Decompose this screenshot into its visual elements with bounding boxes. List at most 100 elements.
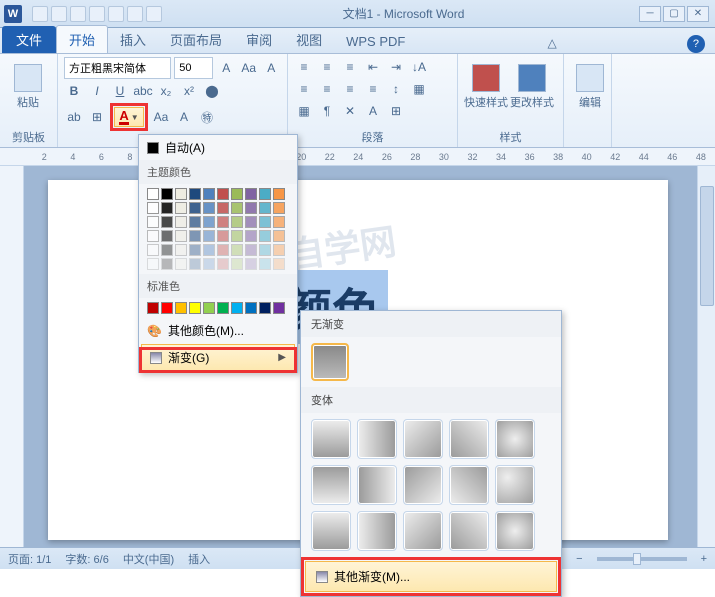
borders-icon[interactable]: ▦ bbox=[294, 101, 314, 121]
shading-icon[interactable]: ▦ bbox=[409, 79, 429, 99]
color-swatch[interactable] bbox=[203, 216, 215, 228]
phonetic-button[interactable]: ⊞ bbox=[87, 107, 107, 127]
subscript-button[interactable]: x₂ bbox=[156, 81, 176, 101]
color-swatch[interactable] bbox=[189, 302, 201, 314]
color-swatch[interactable] bbox=[203, 202, 215, 214]
color-swatch[interactable] bbox=[189, 216, 201, 228]
color-swatch[interactable] bbox=[273, 202, 285, 214]
color-swatch[interactable] bbox=[189, 258, 201, 270]
tab-view[interactable]: 视图 bbox=[284, 26, 334, 53]
align-center-icon[interactable]: ≡ bbox=[317, 79, 337, 99]
italic-button[interactable]: I bbox=[87, 81, 107, 101]
qat-button[interactable] bbox=[89, 6, 105, 22]
color-swatch[interactable] bbox=[175, 202, 187, 214]
color-swatch[interactable] bbox=[161, 188, 173, 200]
color-swatch[interactable] bbox=[217, 230, 229, 242]
gradient-swatch[interactable] bbox=[311, 419, 351, 459]
color-swatch[interactable] bbox=[147, 244, 159, 256]
color-swatch[interactable] bbox=[147, 230, 159, 242]
color-swatch[interactable] bbox=[245, 202, 257, 214]
gradient-swatch[interactable] bbox=[449, 419, 489, 459]
strike-button[interactable]: abc bbox=[133, 81, 153, 101]
word-count[interactable]: 字数: 6/6 bbox=[65, 551, 108, 567]
qat-redo-icon[interactable] bbox=[70, 6, 86, 22]
color-swatch[interactable] bbox=[217, 258, 229, 270]
superscript-button[interactable]: x² bbox=[179, 81, 199, 101]
color-swatch[interactable] bbox=[273, 216, 285, 228]
color-swatch[interactable] bbox=[161, 302, 173, 314]
tab-review[interactable]: 审阅 bbox=[234, 26, 284, 53]
vertical-ruler[interactable] bbox=[0, 166, 24, 549]
font-color-button[interactable]: A ▼ bbox=[114, 107, 144, 127]
align-left-icon[interactable]: ≡ bbox=[294, 79, 314, 99]
color-swatch[interactable] bbox=[147, 302, 159, 314]
font-size-combo[interactable]: 50 bbox=[174, 57, 213, 79]
grow-font-icon[interactable]: A bbox=[216, 58, 236, 78]
horizontal-ruler[interactable]: 2468101214161820222426283032343638404244… bbox=[0, 148, 715, 166]
tab-layout[interactable]: 页面布局 bbox=[158, 26, 234, 53]
color-swatch[interactable] bbox=[273, 302, 285, 314]
color-swatch[interactable] bbox=[161, 230, 173, 242]
color-swatch[interactable] bbox=[217, 302, 229, 314]
color-swatch[interactable] bbox=[231, 230, 243, 242]
zoom-out-icon[interactable]: − bbox=[576, 553, 582, 565]
color-swatch[interactable] bbox=[245, 216, 257, 228]
gradient-swatch[interactable] bbox=[403, 511, 443, 551]
color-swatch[interactable] bbox=[231, 302, 243, 314]
color-swatch[interactable] bbox=[259, 258, 271, 270]
gradient-swatch[interactable] bbox=[495, 465, 535, 505]
bold-button[interactable]: B bbox=[64, 81, 84, 101]
color-swatch[interactable] bbox=[273, 258, 285, 270]
vertical-scrollbar[interactable] bbox=[697, 166, 715, 549]
color-swatch[interactable] bbox=[231, 258, 243, 270]
qat-save-icon[interactable] bbox=[32, 6, 48, 22]
color-swatch[interactable] bbox=[231, 188, 243, 200]
color-swatch[interactable] bbox=[189, 244, 201, 256]
underline-button[interactable]: U bbox=[110, 81, 130, 101]
color-swatch[interactable] bbox=[245, 230, 257, 242]
color-swatch[interactable] bbox=[175, 302, 187, 314]
color-swatch[interactable] bbox=[175, 188, 187, 200]
color-swatch[interactable] bbox=[175, 216, 187, 228]
color-swatch[interactable] bbox=[259, 188, 271, 200]
color-swatch[interactable] bbox=[245, 188, 257, 200]
color-swatch[interactable] bbox=[259, 216, 271, 228]
gradient-swatch[interactable] bbox=[449, 511, 489, 551]
multilevel-icon[interactable]: ≡ bbox=[340, 57, 360, 77]
language-status[interactable]: 中文(中国) bbox=[123, 551, 174, 567]
quick-styles-button[interactable]: 快速样式 bbox=[464, 57, 508, 117]
color-swatch[interactable] bbox=[203, 302, 215, 314]
color-swatch[interactable] bbox=[189, 188, 201, 200]
para-btn[interactable]: ⊞ bbox=[386, 101, 406, 121]
color-swatch[interactable] bbox=[203, 188, 215, 200]
char-border-icon[interactable]: Aa bbox=[151, 107, 171, 127]
font-name-combo[interactable]: 方正粗黑宋简体 bbox=[64, 57, 171, 79]
color-swatch[interactable] bbox=[147, 258, 159, 270]
gradient-swatch[interactable] bbox=[449, 465, 489, 505]
align-right-icon[interactable]: ≡ bbox=[340, 79, 360, 99]
color-swatch[interactable] bbox=[203, 258, 215, 270]
qat-button[interactable] bbox=[108, 6, 124, 22]
gradient-swatch[interactable] bbox=[357, 419, 397, 459]
color-swatch[interactable] bbox=[175, 244, 187, 256]
gradient-swatch[interactable] bbox=[495, 511, 535, 551]
auto-color-item[interactable]: 自动(A) bbox=[139, 135, 297, 160]
color-swatch[interactable] bbox=[231, 244, 243, 256]
color-swatch[interactable] bbox=[245, 244, 257, 256]
enclose-char-icon[interactable]: ㊕ bbox=[197, 107, 217, 127]
qat-button[interactable] bbox=[127, 6, 143, 22]
color-swatch[interactable] bbox=[161, 216, 173, 228]
no-gradient-swatch[interactable] bbox=[311, 343, 349, 381]
more-gradients-item[interactable]: 其他渐变(M)... bbox=[305, 561, 557, 592]
gradient-menu-item[interactable]: 渐变(G) ▶ bbox=[141, 344, 295, 371]
ribbon-minimize-icon[interactable]: △ bbox=[542, 33, 562, 53]
bullets-icon[interactable]: ≡ bbox=[294, 57, 314, 77]
color-swatch[interactable] bbox=[161, 244, 173, 256]
color-swatch[interactable] bbox=[273, 188, 285, 200]
color-swatch[interactable] bbox=[245, 302, 257, 314]
color-swatch[interactable] bbox=[259, 302, 271, 314]
numbering-icon[interactable]: ≡ bbox=[317, 57, 337, 77]
color-swatch[interactable] bbox=[217, 244, 229, 256]
color-swatch[interactable] bbox=[273, 230, 285, 242]
color-swatch[interactable] bbox=[231, 216, 243, 228]
